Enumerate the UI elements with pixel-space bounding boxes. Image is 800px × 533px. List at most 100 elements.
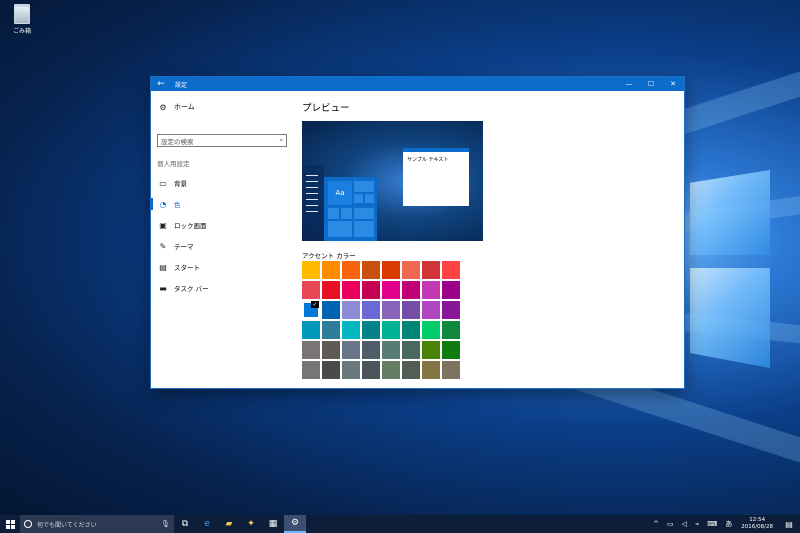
- color-swatch[interactable]: [302, 321, 320, 339]
- maximize-button[interactable]: ☐: [640, 77, 662, 91]
- picture-icon: ▭: [159, 178, 167, 188]
- sidebar-item-colors[interactable]: ◔ 色: [157, 198, 181, 210]
- color-swatch[interactable]: [382, 341, 400, 359]
- start-button[interactable]: [0, 515, 20, 533]
- settings-window: ← 設定 — ☐ ✕ ⚙ ホーム 設定の検索 ⌕ 個人用設定 ▭ 背景 ◔ 色 …: [151, 77, 684, 388]
- home-label: ホーム: [174, 103, 195, 111]
- microphone-icon[interactable]: 🎙: [161, 520, 170, 528]
- color-swatch[interactable]: [342, 261, 360, 279]
- color-swatch[interactable]: [382, 281, 400, 299]
- window-title: 設定: [175, 81, 188, 89]
- chevron-up-icon[interactable]: ^: [649, 520, 663, 528]
- sidebar-item-lockscreen[interactable]: ▣ ロック画面: [157, 219, 206, 231]
- sidebar-item-home[interactable]: ⚙ ホーム: [157, 101, 195, 113]
- theme-preview: Aa サンプル テキスト: [302, 121, 483, 241]
- windows-logo-icon: [5, 519, 15, 529]
- color-swatch[interactable]: [362, 301, 380, 319]
- color-swatch[interactable]: [442, 361, 460, 379]
- gear-icon: ⚙: [159, 102, 167, 112]
- clock[interactable]: 12:54 2016/08/28: [736, 517, 778, 531]
- color-swatch[interactable]: [402, 301, 420, 319]
- lockscreen-icon: ▣: [159, 220, 167, 230]
- color-swatch[interactable]: [422, 361, 440, 379]
- settings-taskbar-icon[interactable]: ⚙: [284, 515, 306, 533]
- color-swatch[interactable]: [362, 361, 380, 379]
- color-swatch[interactable]: [362, 321, 380, 339]
- file-explorer-icon[interactable]: ▰: [218, 515, 240, 533]
- color-swatch[interactable]: [362, 281, 380, 299]
- color-swatch[interactable]: [442, 261, 460, 279]
- color-swatch[interactable]: [442, 321, 460, 339]
- color-swatch[interactable]: [322, 261, 340, 279]
- color-swatch[interactable]: [402, 321, 420, 339]
- color-swatch[interactable]: [342, 281, 360, 299]
- color-swatch[interactable]: [402, 261, 420, 279]
- title-bar[interactable]: ← 設定 — ☐ ✕: [151, 77, 684, 91]
- color-swatch[interactable]: [322, 281, 340, 299]
- color-swatch[interactable]: [302, 281, 320, 299]
- color-swatch[interactable]: [342, 301, 360, 319]
- edge-icon[interactable]: e: [196, 515, 218, 533]
- sidebar-item-start[interactable]: ▤ スタート: [157, 261, 200, 273]
- keyboard-icon[interactable]: ⌨: [703, 520, 721, 528]
- sidebar-item-taskbar[interactable]: ▬ タスク バー: [157, 282, 209, 294]
- color-swatch[interactable]: [422, 281, 440, 299]
- task-view-icon[interactable]: ⧉: [174, 515, 196, 533]
- color-swatch[interactable]: [382, 321, 400, 339]
- color-swatch[interactable]: [442, 281, 460, 299]
- sidebar-item-label: テーマ: [174, 243, 194, 251]
- color-swatch[interactable]: [382, 361, 400, 379]
- color-swatch[interactable]: [422, 261, 440, 279]
- color-swatch[interactable]: [402, 361, 420, 379]
- color-swatch[interactable]: [382, 261, 400, 279]
- color-swatch[interactable]: [382, 301, 400, 319]
- color-swatch[interactable]: [342, 341, 360, 359]
- sidebar-item-theme[interactable]: ✎ テーマ: [157, 240, 194, 252]
- volume-icon[interactable]: ◁: [678, 520, 691, 528]
- minimize-button[interactable]: —: [618, 77, 640, 91]
- battery-icon[interactable]: ▭: [663, 520, 678, 528]
- recycle-bin-icon: [14, 4, 30, 24]
- color-swatch[interactable]: [322, 321, 340, 339]
- color-swatch[interactable]: [422, 301, 440, 319]
- tips-icon[interactable]: ✦: [240, 515, 262, 533]
- close-button[interactable]: ✕: [662, 77, 684, 91]
- color-swatch[interactable]: [302, 341, 320, 359]
- search-icon[interactable]: ⌕: [279, 136, 283, 145]
- network-icon[interactable]: ⌁: [691, 520, 703, 528]
- action-center-icon[interactable]: ▤: [778, 515, 800, 533]
- start-icon: ▤: [159, 262, 167, 272]
- color-swatch[interactable]: [422, 341, 440, 359]
- color-swatch[interactable]: [402, 281, 420, 299]
- section-label: 個人用設定: [157, 160, 190, 168]
- color-swatch[interactable]: [402, 341, 420, 359]
- active-indicator: [151, 198, 153, 210]
- window-controls: — ☐ ✕: [618, 77, 684, 91]
- color-swatch[interactable]: [362, 341, 380, 359]
- color-swatch[interactable]: [302, 361, 320, 379]
- color-swatch[interactable]: [342, 321, 360, 339]
- sidebar-item-label: タスク バー: [174, 285, 209, 293]
- back-button[interactable]: ←: [151, 77, 171, 91]
- color-swatch[interactable]: [442, 301, 460, 319]
- ime-language-indicator[interactable]: あ: [721, 519, 736, 529]
- color-swatch[interactable]: [342, 361, 360, 379]
- color-swatch[interactable]: [322, 341, 340, 359]
- cortana-icon: [24, 520, 32, 528]
- color-swatch[interactable]: [362, 261, 380, 279]
- color-swatch[interactable]: ✓: [302, 301, 320, 319]
- color-swatch[interactable]: [322, 361, 340, 379]
- color-swatch[interactable]: [422, 321, 440, 339]
- accent-color-grid: ✓: [302, 261, 460, 379]
- cortana-search-box[interactable]: 何でも聞いてください 🎙: [20, 515, 174, 533]
- preview-window: サンプル テキスト: [403, 148, 469, 206]
- clock-time: 12:54: [749, 517, 766, 523]
- palette-icon: ◔: [159, 199, 167, 209]
- store-icon[interactable]: ▦: [262, 515, 284, 533]
- search-input[interactable]: 設定の検索 ⌕: [157, 134, 287, 147]
- color-swatch[interactable]: [302, 261, 320, 279]
- color-swatch[interactable]: [442, 341, 460, 359]
- recycle-bin[interactable]: ごみ箱: [6, 4, 38, 35]
- sidebar-item-background[interactable]: ▭ 背景: [157, 177, 187, 189]
- color-swatch[interactable]: [322, 301, 340, 319]
